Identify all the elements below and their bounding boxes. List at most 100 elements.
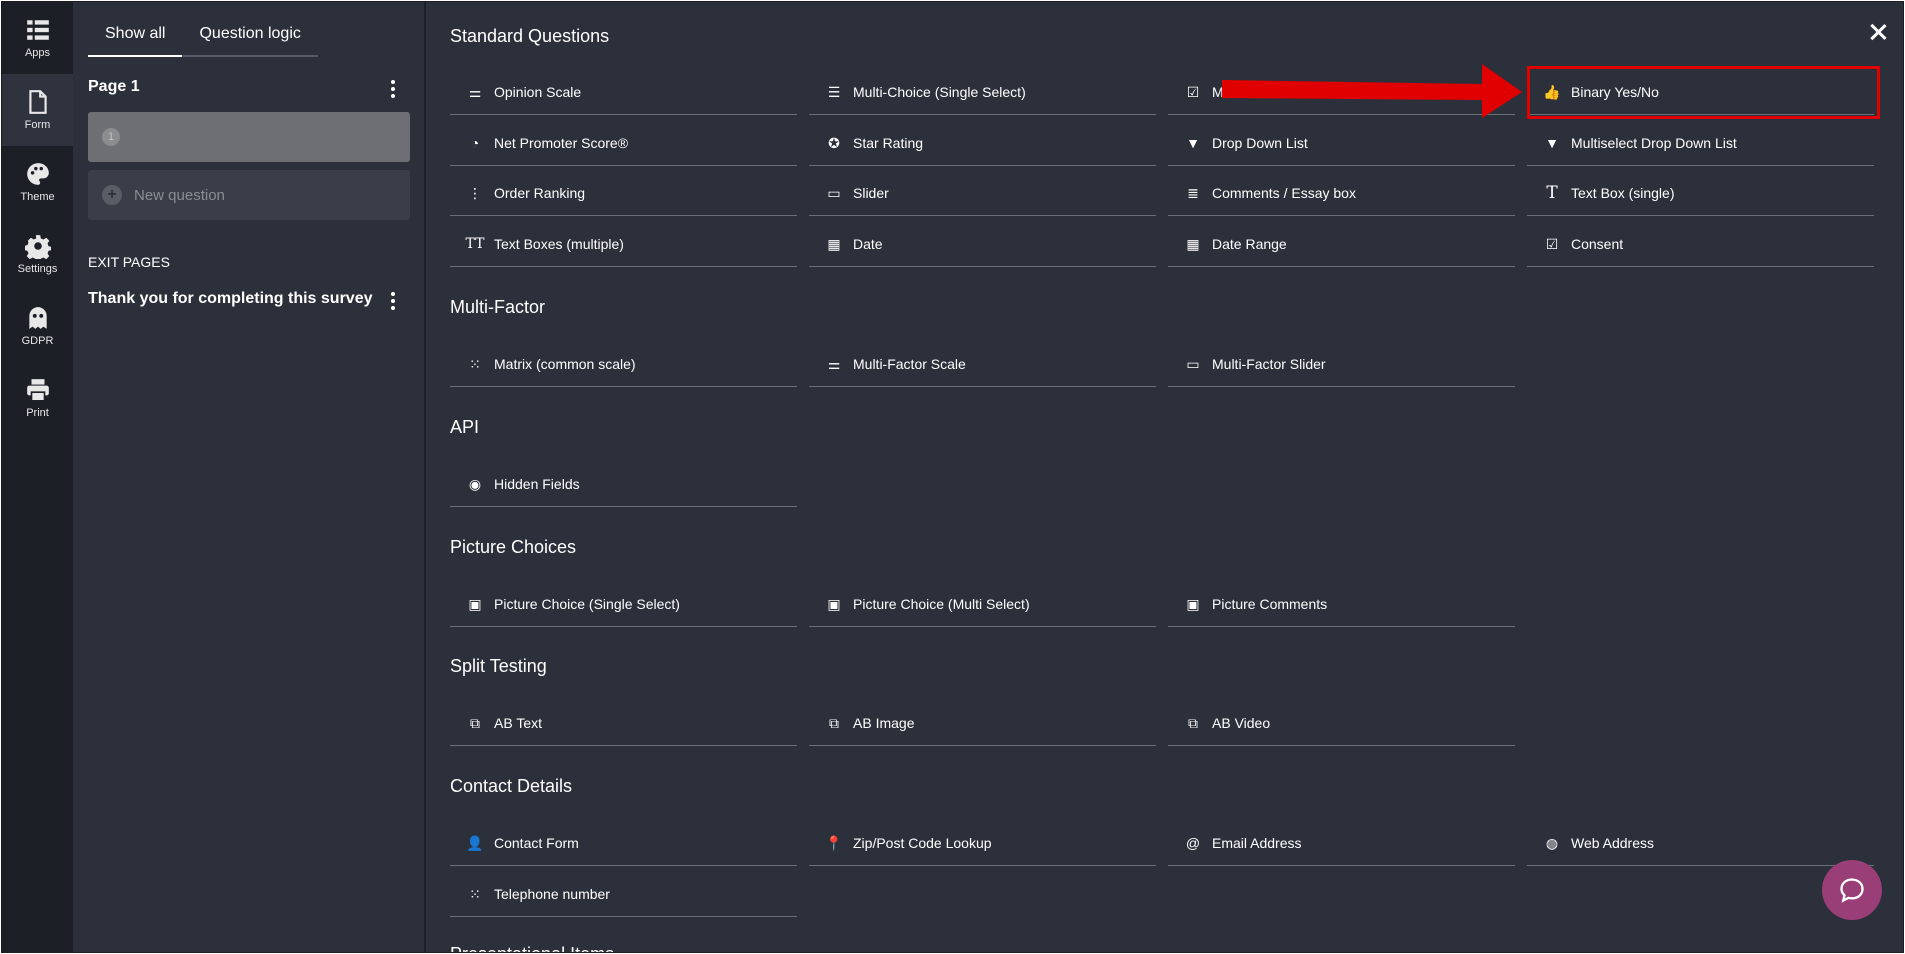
calendar-icon: ▦	[827, 235, 841, 252]
item-ab-video[interactable]: ⧉ AB Video	[1168, 701, 1515, 746]
ab-icon: ⧉	[829, 714, 839, 731]
keypad-icon: ⁙	[469, 885, 481, 902]
item-slider[interactable]: ▭ Slider	[809, 171, 1156, 216]
tab-show-all[interactable]: Show all	[88, 20, 183, 57]
item-matrix[interactable]: ⁙ Matrix (common scale)	[450, 342, 797, 387]
slider-icon: ▭	[1186, 355, 1200, 372]
item-label: Email Address	[1212, 835, 1302, 851]
item-net-promoter-score[interactable]: ◔ Net Promoter Score®	[450, 121, 797, 166]
item-label: Web Address	[1571, 835, 1655, 851]
thumbs-icon: 👍	[1543, 83, 1561, 100]
document-icon	[28, 90, 47, 114]
item-label: Star Rating	[853, 135, 924, 151]
item-ab-image[interactable]: ⧉ AB Image	[809, 701, 1156, 746]
section-standard-title: Standard Questions	[450, 26, 610, 46]
item-label: Picture Choice (Single Select)	[494, 596, 680, 612]
person-icon: 👤	[466, 834, 484, 851]
dropdown-icon: ▼	[1545, 135, 1559, 151]
item-label: Matrix (common scale)	[494, 356, 636, 372]
item-comments-essay[interactable]: ≣ Comments / Essay box	[1168, 171, 1515, 216]
section-picture-title: Picture Choices	[450, 537, 577, 557]
item-order-ranking[interactable]: ⋮ Order Ranking	[450, 171, 797, 216]
item-text-boxes-multiple[interactable]: TT Text Boxes (multiple)	[450, 222, 797, 267]
slider-icon: ▭	[827, 184, 841, 201]
item-drop-down-list[interactable]: ▼ Drop Down List	[1168, 121, 1515, 166]
ab-icon: ⧉	[1188, 714, 1198, 731]
picture-icon: ▣	[827, 595, 841, 612]
item-consent[interactable]: ☑ Consent	[1527, 222, 1874, 267]
panel-tabs: Show all Question logic	[88, 20, 318, 57]
close-icon[interactable]	[1865, 20, 1891, 46]
item-label: Picture Comments	[1212, 596, 1328, 612]
section-multifactor-title: Multi-Factor	[450, 297, 546, 317]
item-label: Text Boxes (multiple)	[494, 236, 624, 252]
new-question-label: New question	[134, 186, 225, 204]
item-picture-choice-multi[interactable]: ▣ Picture Choice (Multi Select)	[809, 582, 1156, 627]
text-multiple-icon: TT	[465, 236, 485, 252]
calendar-icon: ▦	[1186, 235, 1200, 252]
item-opinion-scale[interactable]: ⚌ Opinion Scale	[450, 70, 797, 115]
globe-icon: ◍	[1545, 834, 1559, 851]
item-date-range[interactable]: ▦ Date Range	[1168, 222, 1515, 267]
rail-apps[interactable]: Apps	[2, 2, 73, 74]
rail-settings[interactable]: Settings	[2, 218, 73, 290]
rail-gdpr-label: GDPR	[21, 335, 54, 347]
item-binary-yes-no[interactable]: 👍 Binary Yes/No	[1527, 70, 1874, 115]
rail-form[interactable]: Form	[2, 74, 73, 146]
item-date[interactable]: ▦ Date	[809, 222, 1156, 267]
item-label: AB Text	[494, 715, 542, 731]
item-multi-factor-scale[interactable]: ⚌ Multi-Factor Scale	[809, 342, 1156, 387]
item-text-box-single[interactable]: T Text Box (single)	[1527, 171, 1874, 216]
palette-icon	[26, 163, 49, 185]
item-picture-comments[interactable]: ▣ Picture Comments	[1168, 582, 1515, 627]
item-telephone[interactable]: ⁙ Telephone number	[450, 872, 797, 917]
item-label: Contact Form	[494, 835, 579, 851]
item-label: Multi-Choice (Single Select)	[853, 84, 1026, 100]
item-contact-form[interactable]: 👤 Contact Form	[450, 821, 797, 866]
item-web-address[interactable]: ◍ Web Address	[1527, 821, 1874, 866]
grid-icon: ⁙	[469, 355, 481, 372]
rail-gdpr[interactable]: GDPR	[2, 290, 73, 362]
apps-grid-icon	[26, 20, 49, 40]
eye-icon: ◉	[468, 475, 482, 492]
item-ab-text[interactable]: ⧉ AB Text	[450, 701, 797, 746]
item-label: Picture Choice (Multi Select)	[853, 596, 1030, 612]
exit-page-menu-icon[interactable]	[390, 292, 396, 310]
ab-icon: ⧉	[470, 714, 480, 731]
page-panel: Show all Question logic Page 1 1 + New q…	[73, 2, 426, 952]
page-title: Page 1	[88, 78, 140, 95]
item-hidden-fields[interactable]: ◉ Hidden Fields	[450, 462, 797, 507]
tab-question-logic[interactable]: Question logic	[182, 20, 318, 57]
gauge-icon: ◔	[470, 135, 480, 151]
checkbox-icon: ☑	[1545, 235, 1559, 252]
plus-icon: +	[102, 185, 122, 205]
page-menu-icon[interactable]	[390, 80, 396, 98]
exit-pages-heading: EXIT PAGES	[88, 254, 170, 270]
left-rail: Apps Form Theme Settings GDPR Print	[2, 2, 73, 952]
item-multi-choice-single[interactable]: ☰ Multi-Choice (Single Select)	[809, 70, 1156, 115]
star-icon: ✪	[828, 134, 840, 151]
chat-launcher-button[interactable]	[1822, 860, 1882, 920]
item-label: Comments / Essay box	[1212, 185, 1356, 201]
item-picture-choice-single[interactable]: ▣ Picture Choice (Single Select)	[450, 582, 797, 627]
new-question-button[interactable]: + New question	[88, 170, 410, 220]
annotation-arrow-icon	[1222, 64, 1522, 118]
item-email-address[interactable]: @ Email Address	[1168, 821, 1515, 866]
exit-page-title[interactable]: Thank you for completing this survey	[88, 290, 373, 308]
rail-theme[interactable]: Theme	[2, 146, 73, 218]
scale-icon: ⚌	[827, 355, 841, 372]
list-icon: ☰	[827, 83, 841, 100]
item-multiselect-drop-down[interactable]: ▼ Multiselect Drop Down List	[1527, 121, 1874, 166]
section-contact-title: Contact Details	[450, 776, 573, 796]
rail-apps-label: Apps	[24, 47, 51, 59]
printer-icon	[26, 379, 49, 402]
question-card[interactable]: 1	[88, 112, 410, 162]
rail-print[interactable]: Print	[2, 362, 73, 434]
question-types-area: Standard Questions Multi-Factor API Pict…	[428, 2, 1903, 952]
rail-settings-label: Settings	[17, 263, 58, 275]
ghost-icon	[28, 307, 47, 329]
item-star-rating[interactable]: ✪ Star Rating	[809, 121, 1156, 166]
item-multi-factor-slider[interactable]: ▭ Multi-Factor Slider	[1168, 342, 1515, 387]
item-label: Zip/Post Code Lookup	[853, 835, 992, 851]
item-zip-lookup[interactable]: 📍 Zip/Post Code Lookup	[809, 821, 1156, 866]
